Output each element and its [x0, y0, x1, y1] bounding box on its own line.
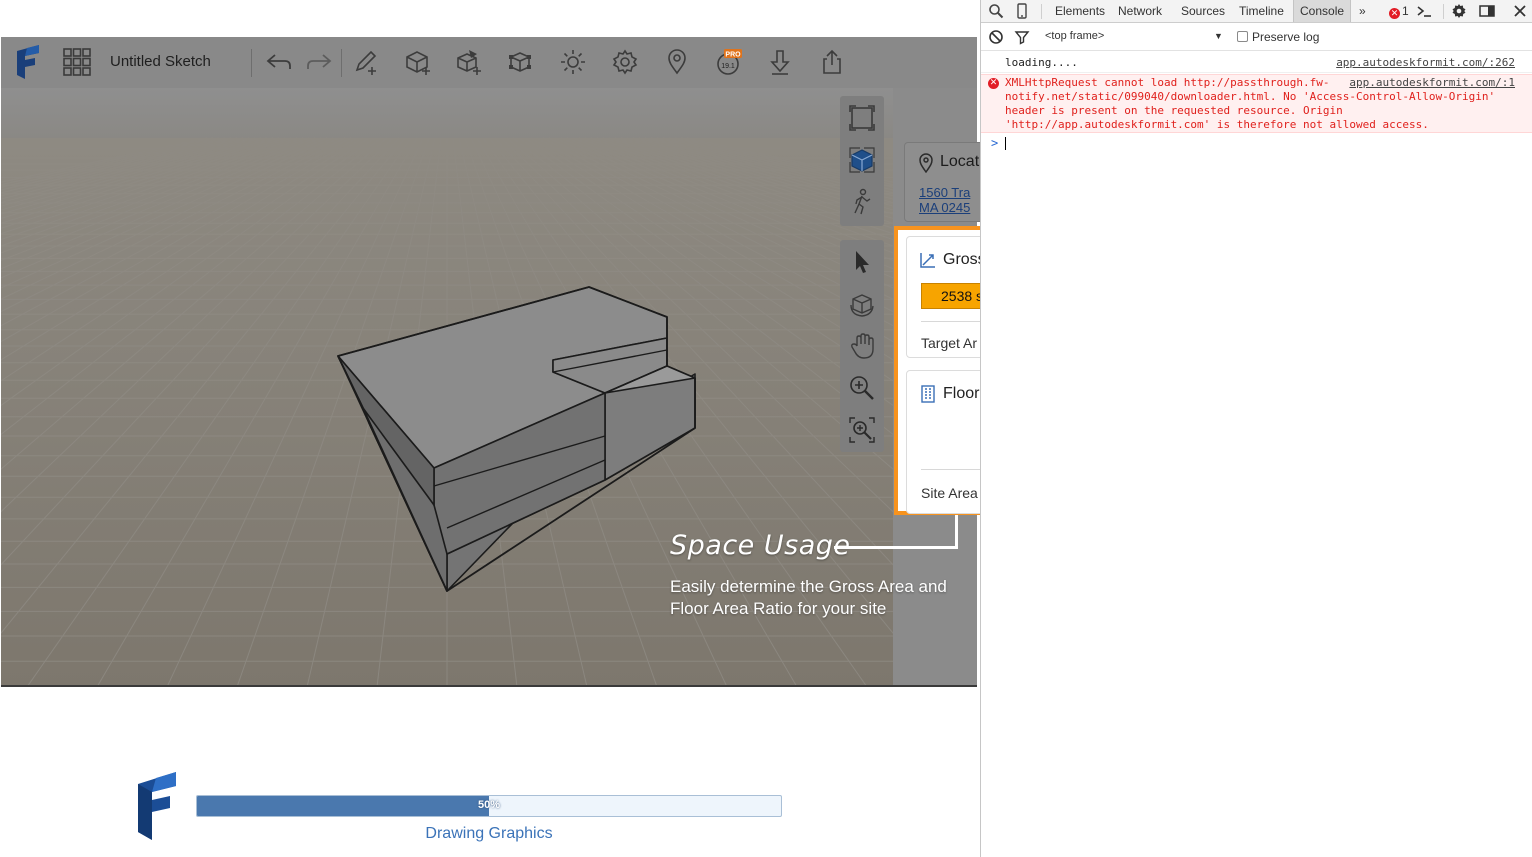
location-title: Locat — [940, 153, 980, 170]
zoom-icon[interactable] — [846, 372, 878, 404]
space-usage-highlight: Gross 2538 s Target Ar Floor Site Area — [894, 226, 1001, 515]
tab-console[interactable]: Console — [1293, 0, 1352, 22]
frame-selector[interactable]: <top frame> — [1045, 30, 1104, 42]
location-card: Locat 1560 Tra MA 0245 — [904, 142, 984, 222]
view-cube-icon[interactable] — [846, 144, 878, 176]
callout-connector — [955, 515, 958, 549]
preserve-log-checkbox[interactable]: Preserve log — [1237, 30, 1319, 44]
error-source-link[interactable]: app.autodeskformit.com/:1 — [1345, 76, 1515, 90]
target-area-label[interactable]: Target Ar — [921, 335, 977, 351]
pro-badge-icon[interactable]: PRO 19.1 — [714, 47, 744, 77]
settings-gear-icon[interactable] — [1450, 2, 1468, 20]
log-message: loading.... — [1005, 56, 1078, 69]
area-measure-icon — [920, 253, 935, 268]
log-source-link[interactable]: app.autodeskformit.com/:262 — [1336, 56, 1515, 70]
share-icon[interactable] — [817, 47, 847, 77]
loading-status-text: Drawing Graphics — [425, 825, 553, 842]
more-tabs-button[interactable]: » — [1353, 0, 1372, 22]
dock-side-icon[interactable] — [1478, 2, 1496, 20]
checkbox[interactable] — [1237, 31, 1248, 42]
select-arrow-icon[interactable] — [846, 246, 878, 278]
formit-logo-icon[interactable] — [17, 45, 41, 79]
settings-icon[interactable] — [610, 47, 640, 77]
location-pin-icon — [919, 153, 933, 173]
device-mode-icon[interactable] — [1013, 2, 1031, 20]
tab-divider — [1443, 4, 1444, 19]
callout-title: Space Usage — [670, 530, 851, 561]
sketch-add-icon[interactable] — [351, 47, 381, 77]
devtools-panel: Elements Network Sources Timeline Consol… — [980, 0, 1532, 857]
add-box-icon[interactable] — [403, 47, 433, 77]
console-drawer-icon[interactable] — [1415, 2, 1433, 20]
toolbar-divider — [251, 49, 252, 77]
tab-sources[interactable]: Sources — [1175, 0, 1231, 22]
formit-logo-icon — [138, 772, 176, 840]
pan-hand-icon[interactable] — [846, 330, 878, 362]
error-icon: ✕ — [1389, 8, 1400, 19]
sketch-title[interactable]: Untitled Sketch — [110, 53, 211, 70]
inspect-search-icon[interactable] — [987, 2, 1005, 20]
svg-text:19.1: 19.1 — [721, 63, 735, 70]
tab-divider — [1041, 4, 1042, 19]
zoom-extents-icon[interactable] — [846, 102, 878, 134]
console-toolbar: <top frame> ▼ Preserve log — [981, 24, 1532, 51]
walk-icon[interactable] — [846, 186, 878, 218]
zoom-window-icon[interactable] — [846, 414, 878, 446]
chevron-down-icon[interactable]: ▼ — [1214, 31, 1223, 41]
filter-icon[interactable] — [1013, 28, 1031, 46]
undo-icon[interactable] — [264, 47, 294, 77]
console-prompt[interactable]: > — [981, 136, 1532, 152]
prompt-caret: > — [991, 136, 999, 150]
browser-page: Untitled Sketch PRO 19.1 Locat 1560 Tra … — [0, 0, 1001, 857]
sun-icon[interactable] — [558, 47, 588, 77]
close-icon[interactable] — [1511, 2, 1529, 20]
console-error-row: ✕ XMLHttpRequest cannot load http://pass… — [981, 74, 1532, 133]
orbit-icon[interactable] — [846, 288, 878, 320]
tab-elements[interactable]: Elements — [1049, 0, 1111, 22]
building-floors-icon — [921, 385, 935, 403]
text-cursor — [1005, 137, 1006, 150]
location-address-link[interactable]: 1560 Tra MA 0245 — [919, 185, 970, 215]
grid-menu-icon[interactable] — [63, 48, 91, 76]
callout-description: Easily determine the Gross Area and Floo… — [670, 577, 947, 618]
preserve-log-label: Preserve log — [1252, 30, 1320, 44]
loading-progress-bar: 50% — [196, 795, 782, 817]
floor-area-title: Floor — [943, 385, 980, 402]
error-icon: ✕ — [988, 78, 999, 89]
address-line: MA 0245 — [919, 200, 971, 215]
console-log-row: loading.... app.autodeskformit.com/:262 — [981, 55, 1532, 73]
toolbar-divider — [341, 49, 342, 77]
progress-percent: 50% — [477, 799, 501, 811]
app-toolbar: Untitled Sketch PRO 19.1 — [1, 37, 977, 88]
tab-timeline[interactable]: Timeline — [1233, 0, 1290, 22]
screen: Untitled Sketch PRO 19.1 Locat 1560 Tra … — [0, 0, 1532, 857]
transform-box-icon[interactable] — [506, 47, 536, 77]
address-line: 1560 Tra — [919, 185, 971, 200]
redo-icon[interactable] — [304, 47, 334, 77]
location-pin-icon[interactable] — [662, 47, 692, 77]
site-area-label[interactable]: Site Area — [921, 485, 978, 501]
clear-console-icon[interactable] — [987, 28, 1005, 46]
devtools-tab-bar: Elements Network Sources Timeline Consol… — [981, 0, 1532, 23]
svg-text:PRO: PRO — [725, 52, 741, 59]
add-massing-icon[interactable] — [454, 47, 484, 77]
error-count: 1 — [1402, 4, 1409, 18]
download-icon[interactable] — [765, 47, 795, 77]
error-count-badge[interactable]: ✕ 1 — [1389, 3, 1409, 19]
tab-network[interactable]: Network — [1112, 0, 1168, 22]
callout-connector — [834, 546, 958, 549]
